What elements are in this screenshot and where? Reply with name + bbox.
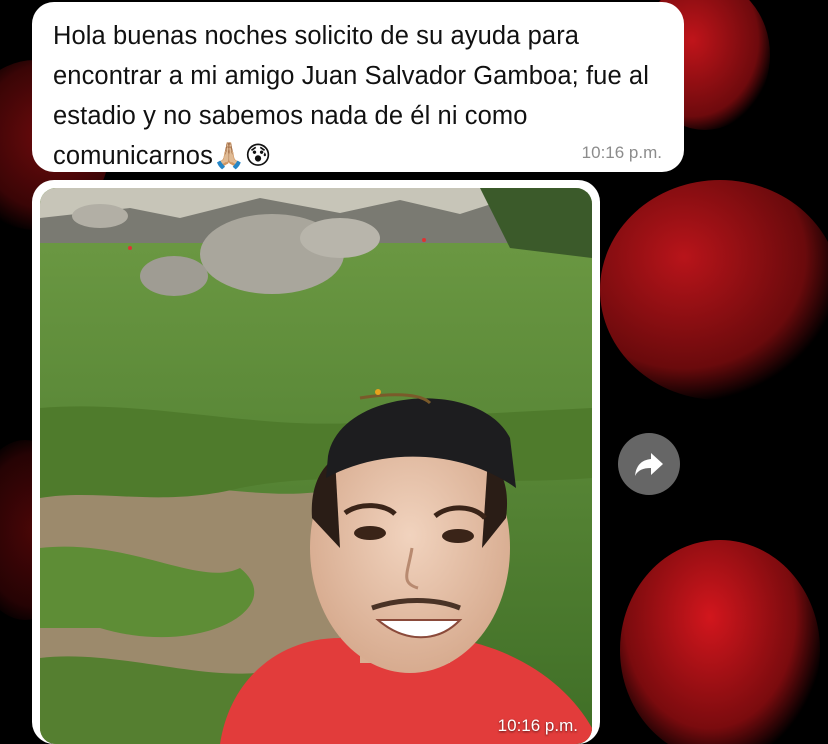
wallpaper-shape [620, 540, 820, 744]
photo[interactable]: 10:16 p.m. [40, 188, 592, 744]
text-message-bubble[interactable]: Hola buenas noches solicito de su ayuda … [32, 2, 684, 172]
wallpaper-shape [600, 180, 828, 400]
message-timestamp: 10:16 p.m. [581, 143, 662, 162]
photo-image [40, 188, 592, 744]
forward-arrow-icon [635, 453, 663, 476]
photo-message-bubble[interactable]: 10:16 p.m. [32, 180, 600, 744]
photo-timestamp: 10:16 p.m. [497, 716, 578, 735]
forward-button[interactable] [618, 433, 680, 495]
message-text: Hola buenas noches solicito de su ayuda … [53, 22, 649, 170]
